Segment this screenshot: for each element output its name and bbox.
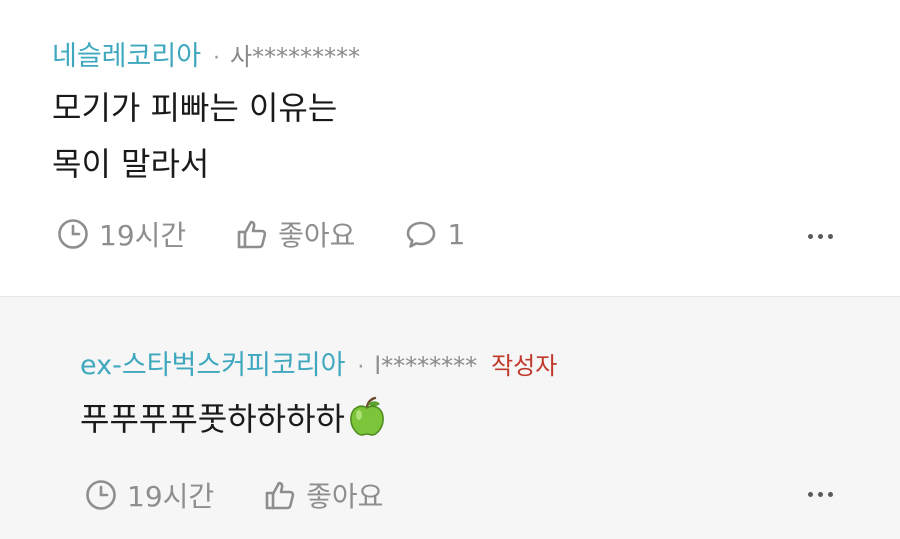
clock-icon <box>85 479 117 511</box>
comment-author-line: 네슬레코리아 · 사********* <box>52 34 360 73</box>
comment-meta: 19시간 좋아요 1 <box>57 214 465 254</box>
author-name[interactable]: ex-스타벅스커피코리아 <box>80 343 345 382</box>
reply-count: 1 <box>447 217 466 251</box>
masked-user-id: 사********* <box>230 43 361 71</box>
comment-meta: 19시간 좋아요 <box>85 475 383 515</box>
like-button[interactable]: 좋아요 <box>236 214 355 254</box>
author-badge: 작성자 <box>491 352 558 380</box>
author-name[interactable]: 네슬레코리아 <box>52 34 201 73</box>
speech-bubble-icon <box>405 218 437 250</box>
timestamp: 19시간 <box>57 214 186 254</box>
reply-button[interactable]: 1 <box>405 218 465 251</box>
comment: 네슬레코리아 · 사********* 모기가 피빠는 이유는 목이 말라서 1… <box>0 0 900 296</box>
like-label: 좋아요 <box>306 480 384 513</box>
masked-user-id: l******** <box>374 352 478 380</box>
comment-author-line: ex-스타벅스커피코리아 · l******** 작성자 <box>80 343 557 382</box>
comment-body: 푸푸푸푸풋하하하하 <box>80 391 387 453</box>
like-label: 좋아요 <box>278 219 356 252</box>
thumbs-up-icon <box>264 479 296 511</box>
green-apple-emoji <box>347 396 387 453</box>
separator-dot: · <box>357 355 365 380</box>
comment-body: 모기가 피빠는 이유는 목이 말라서 <box>52 80 337 192</box>
comment-thread: 네슬레코리아 · 사********* 모기가 피빠는 이유는 목이 말라서 1… <box>0 0 900 539</box>
comment-body-text: 푸푸푸푸풋하하하하 <box>80 400 345 438</box>
timestamp-text: 19시간 <box>99 219 187 252</box>
comment-body-line: 모기가 피빠는 이유는 <box>52 89 338 127</box>
timestamp-text: 19시간 <box>127 480 215 513</box>
like-button[interactable]: 좋아요 <box>264 475 383 515</box>
separator-dot: · <box>213 46 221 71</box>
more-dots-icon[interactable] <box>808 234 833 239</box>
more-dots-icon[interactable] <box>808 492 833 497</box>
timestamp: 19시간 <box>85 475 214 515</box>
thumbs-up-icon <box>236 218 268 250</box>
reply-comment: ex-스타벅스커피코리아 · l******** 작성자 푸푸푸푸풋하하하하 1… <box>0 297 900 539</box>
clock-icon <box>57 218 89 250</box>
comment-body-line: 목이 말라서 <box>52 145 210 183</box>
